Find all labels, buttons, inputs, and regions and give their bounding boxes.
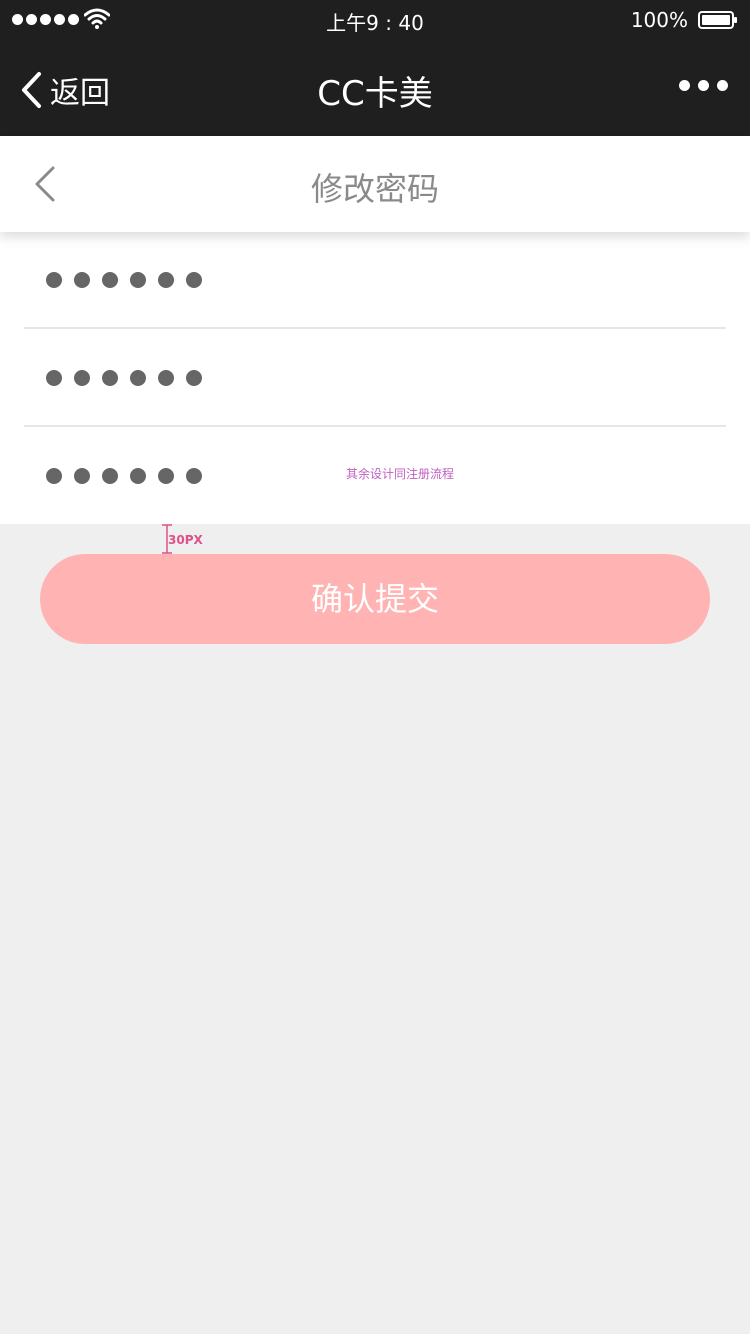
masked-password-dots	[46, 370, 202, 386]
submit-button[interactable]: 确认提交	[40, 554, 710, 644]
battery-icon	[698, 11, 737, 29]
page-title: 修改密码	[310, 170, 439, 208]
spacing-label: 30PX	[168, 533, 203, 547]
nav-bar: 返回 CC卡美	[0, 40, 750, 136]
status-bar: 上午9 : 40 100%	[0, 0, 750, 40]
page-header: 修改密码	[0, 136, 750, 232]
battery-percentage: 100%	[630, 8, 688, 32]
masked-password-dots	[46, 468, 202, 484]
more-dots-icon	[679, 80, 690, 91]
masked-password-dots	[46, 272, 202, 288]
more-button[interactable]	[679, 80, 728, 91]
new-password-field[interactable]	[24, 330, 726, 427]
old-password-field[interactable]	[24, 232, 726, 329]
design-note: 其余设计同注册流程	[346, 467, 455, 481]
app-title: CC卡美	[317, 74, 433, 114]
